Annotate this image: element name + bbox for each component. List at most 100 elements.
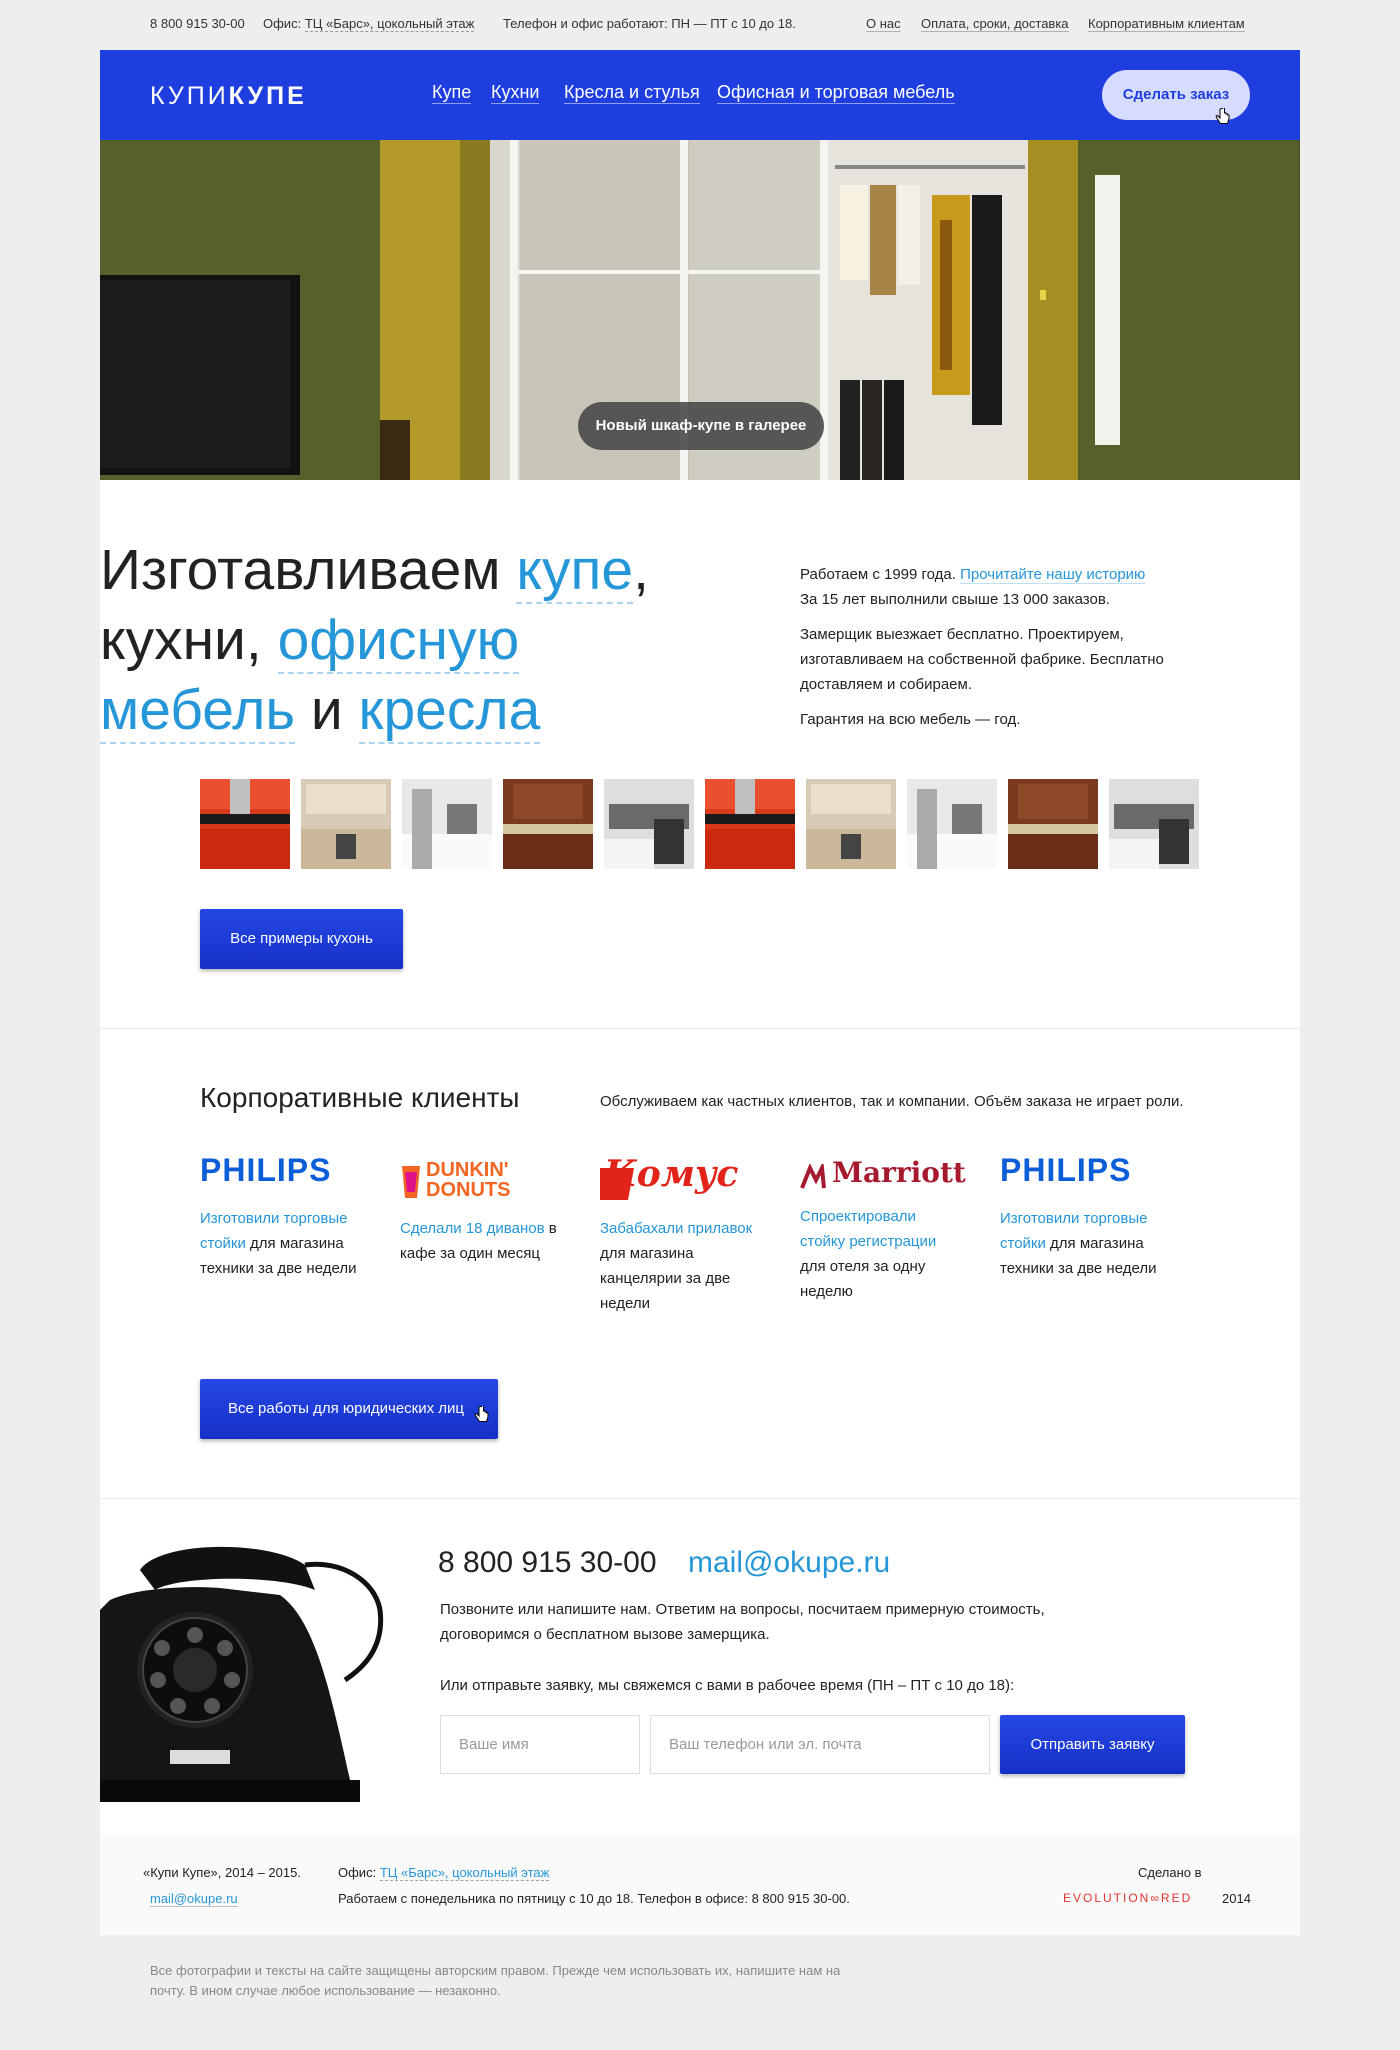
footer-year: 2014 xyxy=(1222,1891,1251,1906)
kitchen-thumb[interactable] xyxy=(503,779,593,869)
corporate-subtitle: Обслуживаем как частных клиентов, так и … xyxy=(600,1093,1184,1110)
nav-item-chairs[interactable]: Кресла и стулья xyxy=(564,82,700,104)
heading-text-3: и xyxy=(295,678,359,742)
kitchen-red-image xyxy=(200,779,290,869)
kitchen-thumb[interactable] xyxy=(1109,779,1199,869)
client-link[interactable]: Сделали 18 диванов xyxy=(400,1220,545,1237)
kitchen-beige-image xyxy=(806,779,896,869)
komus-logo-text: Комус xyxy=(604,1153,739,1195)
marriott-m-icon xyxy=(800,1164,826,1189)
kitchen-red-image xyxy=(705,779,795,869)
main-header: КУПИКУПЕ Купе Кухни Кресла и стулья Офис… xyxy=(100,50,1300,140)
top-bar: 8 800 915 30-00 Офис: ТЦ «Барс», цокольн… xyxy=(150,16,1250,36)
heading-link-chairs[interactable]: кресла xyxy=(358,678,541,744)
client-philips: PHILIPS Изготовили торговые стойки для м… xyxy=(200,1152,365,1281)
client-link[interactable]: Спроектировали стойку регистрации xyxy=(800,1208,936,1250)
contact-email[interactable]: mail@okupe.ru xyxy=(688,1546,890,1580)
legal-notice: Все фотографии и тексты на сайте защищен… xyxy=(150,1963,841,1998)
footer: «Купи Купе», 2014 – 2015. mail@okupe.ru … xyxy=(100,1835,1300,1935)
all-kitchens-button[interactable]: Все примеры кухонь xyxy=(200,909,403,969)
nav-item-kitchens[interactable]: Кухни xyxy=(491,82,540,104)
kitchen-thumb[interactable] xyxy=(806,779,896,869)
nav-item-office-furniture[interactable]: Офисная и торговая мебель xyxy=(717,82,955,104)
submit-request-button[interactable]: Отправить заявку xyxy=(1000,1715,1185,1774)
nav-item-kupe[interactable]: Купе xyxy=(432,82,472,104)
kitchen-thumb[interactable] xyxy=(402,779,492,869)
heading-text-2: кухни, xyxy=(100,608,278,672)
contact-phone[interactable]: 8 800 915 30-00 xyxy=(438,1546,657,1580)
kitchen-thumb[interactable] xyxy=(604,779,694,869)
heading-comma: , xyxy=(633,538,649,602)
dunkin-cup-icon xyxy=(402,1166,420,1198)
kitchen-gray-image xyxy=(402,779,492,869)
philips-logo-text: PHILIPS xyxy=(1000,1152,1132,1188)
kitchen-thumb[interactable] xyxy=(301,779,391,869)
intro-since: Работаем с 1999 года. xyxy=(800,566,956,583)
form-label: Или отправьте заявку, мы свяжемся с вами… xyxy=(440,1677,1015,1694)
client-komus: Комус Забабахали прилавок для магазина к… xyxy=(600,1153,765,1316)
kitchen-thumb[interactable] xyxy=(705,779,795,869)
dunkin-donuts-logo: DUNKIN' DONUTS xyxy=(400,1158,565,1210)
kitchen-mosaic-image xyxy=(604,779,694,869)
main-heading: Изготавливаем купе, кухни, офисную мебел… xyxy=(100,535,700,745)
corporate-title: Корпоративные клиенты xyxy=(200,1082,520,1113)
heading-text-1: Изготавливаем xyxy=(100,538,517,602)
kitchen-brown-image xyxy=(1008,779,1098,869)
client-text: для магазина канцелярии за две недели xyxy=(600,1245,731,1312)
dunkin-logo-text: DUNKIN' DONUTS xyxy=(426,1159,511,1201)
client-text: для отеля за одну неделю xyxy=(800,1258,926,1300)
intro-paragraph-3: Гарантия на всю мебель — год. xyxy=(800,711,1021,728)
top-hours: Телефон и офис работают: ПН — ПТ с 10 до… xyxy=(503,16,796,31)
footer-office-link[interactable]: ТЦ «Барс», цокольный этаж xyxy=(379,1865,550,1881)
komus-logo: Комус xyxy=(600,1153,765,1210)
contact-description: Позвоните или напишите нам. Ответим на в… xyxy=(440,1601,1045,1643)
logo-light-part: КУПИ xyxy=(150,82,229,110)
kitchen-thumb[interactable] xyxy=(200,779,290,869)
philips-logo: PHILIPS xyxy=(200,1152,365,1200)
footer-schedule: Работаем с понедельника по пятницу с 10 … xyxy=(338,1891,850,1906)
top-office-link[interactable]: ТЦ «Барс», цокольный этаж xyxy=(304,16,475,32)
kitchen-beige-image xyxy=(301,779,391,869)
all-corporate-works-button[interactable]: Все работы для юридических лиц xyxy=(200,1379,498,1439)
kitchen-mosaic-image xyxy=(1109,779,1199,869)
top-phone: 8 800 915 30-00 xyxy=(150,16,245,31)
kitchen-thumb[interactable] xyxy=(1008,779,1098,869)
top-link-corporate[interactable]: Корпоративным клиентам xyxy=(1088,16,1245,32)
client-dunkin: DUNKIN' DONUTS Сделали 18 диванов в кафе… xyxy=(400,1158,565,1266)
philips-logo-text: PHILIPS xyxy=(200,1152,332,1188)
gallery-badge[interactable]: Новый шкаф-купе в галерее xyxy=(578,402,824,450)
logo-bold-part: КУПЕ xyxy=(228,82,307,110)
footer-made-in: Сделано в xyxy=(1138,1865,1202,1880)
client-marriott: Marriott Спроектировали стойку регистрац… xyxy=(800,1156,966,1304)
rotary-phone-image xyxy=(100,1546,384,1802)
footer-copyright: «Купи Купе», 2014 – 2015. xyxy=(143,1865,301,1880)
marriott-logo-text: Marriott xyxy=(832,1156,966,1189)
footer-office-label: Офис: xyxy=(338,1865,377,1880)
top-link-payment[interactable]: Оплата, сроки, доставка xyxy=(921,16,1069,32)
marriott-logo: Marriott xyxy=(800,1156,966,1198)
contact-input[interactable]: Ваш телефон или эл. почта xyxy=(650,1715,990,1774)
site-logo[interactable]: КУПИКУПЕ xyxy=(150,82,307,111)
client-philips: PHILIPS Изготовили торговые стойки для м… xyxy=(1000,1152,1165,1281)
top-link-about[interactable]: О нас xyxy=(866,16,901,32)
intro-orders: За 15 лет выполнили свыше 13 000 заказов… xyxy=(800,591,1110,608)
agency-logo[interactable]: EVOLUTION∞RED xyxy=(1063,1891,1192,1905)
footer-office: Офис: ТЦ «Барс», цокольный этаж xyxy=(338,1865,550,1881)
hero-banner[interactable]: Новый шкаф-купе в галерее xyxy=(100,140,1300,480)
history-link[interactable]: Прочитайте нашу историю xyxy=(960,566,1146,584)
heading-link-kupe[interactable]: купе xyxy=(516,538,634,604)
top-office: Офис: ТЦ «Барс», цокольный этаж xyxy=(263,16,475,32)
kitchen-gray-image xyxy=(907,779,997,869)
intro-paragraph-1: Работаем с 1999 года. Прочитайте нашу ис… xyxy=(800,562,1200,612)
intro-text: Работаем с 1999 года. Прочитайте нашу ис… xyxy=(800,562,1200,742)
kitchen-thumb[interactable] xyxy=(907,779,997,869)
client-link[interactable]: Забабахали прилавок xyxy=(600,1220,752,1237)
top-office-label: Офис: xyxy=(263,16,302,31)
hand-cursor-icon xyxy=(1215,108,1230,124)
name-input[interactable]: Ваше имя xyxy=(440,1715,640,1774)
intro-paragraph-2: Замерщик выезжает бесплатно. Проектируем… xyxy=(800,626,1164,693)
philips-logo: PHILIPS xyxy=(1000,1152,1165,1200)
hand-cursor-icon xyxy=(474,1406,489,1422)
kitchen-brown-image xyxy=(503,779,593,869)
footer-email[interactable]: mail@okupe.ru xyxy=(150,1891,238,1907)
